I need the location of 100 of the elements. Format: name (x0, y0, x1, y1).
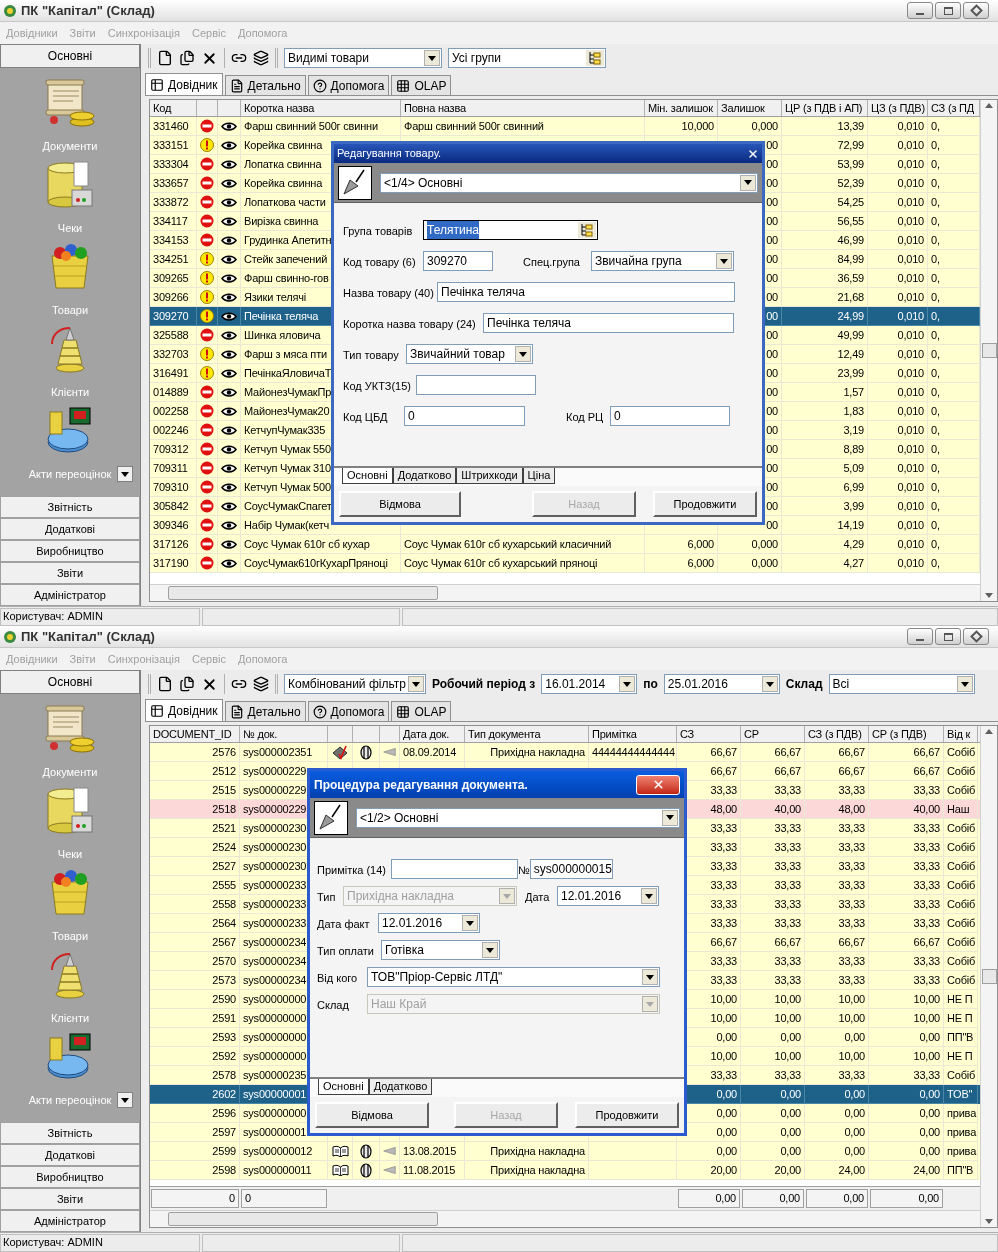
table-cell-text: sys000000012 (243, 1143, 313, 1159)
table-cell-text: 24,99 (837, 308, 864, 324)
total-field: 0,00 (806, 1189, 868, 1208)
table-cell-text: sys00000000 (243, 1010, 307, 1026)
table-cell-text: Стейк запечений (244, 251, 328, 267)
table-cell-text: 0,010 (897, 232, 924, 248)
table-cell-text: 00 (766, 403, 778, 419)
table-cell-text: 0,00 (919, 1105, 940, 1121)
table-cell-text: 332703 (153, 346, 189, 362)
table-cell-text: sys00000233 (243, 915, 307, 931)
table-cell-text: Шинка яловича (244, 327, 321, 343)
table-cell-text: 2567 (212, 934, 236, 950)
table-cell-text: sys00000000 (243, 1105, 307, 1121)
table-cell-text: 0,010 (897, 365, 924, 381)
table-cell-text: sys000000011 (243, 1162, 312, 1178)
table-cell-text: 49,99 (837, 327, 864, 343)
table-cell-text: 334153 (153, 232, 189, 248)
table-cell-text: Фарш свинний 500г свинни (244, 118, 378, 134)
table-cell-text: Лопаткова части (244, 194, 326, 210)
table-cell-text: 10,00 (838, 1048, 865, 1064)
table-cell-text: 0,00 (780, 1143, 801, 1159)
table-cell-text: 0,010 (897, 156, 924, 172)
table-cell-text: 33,33 (838, 1067, 865, 1083)
table-cell-text: sys00000233 (243, 896, 307, 912)
table-cell-text: 33,33 (913, 915, 940, 931)
table-cell-text: 0, (931, 137, 940, 153)
table-cell-text: Собіб (947, 1067, 976, 1083)
table-cell-text: 66,67 (913, 744, 940, 760)
field-label: Код УКТЗ(15) (343, 379, 412, 395)
table-cell-text: Собіб (947, 953, 976, 969)
table-cell-text: 0,010 (897, 137, 924, 153)
table-cell-text: 40,00 (774, 801, 801, 817)
table-cell-text: Собіб (947, 915, 976, 931)
table-cell-text: 54,25 (837, 194, 864, 210)
table-cell-text: 0, (931, 213, 940, 229)
table-cell-text: 10,00 (838, 1010, 865, 1026)
table-cell-text: 1,57 (843, 384, 864, 400)
table-cell-text: 0, (931, 460, 940, 476)
toolbar-label: Робочий період з (432, 676, 536, 693)
table-cell-text: 0,00 (919, 1143, 940, 1159)
field-label: Дата (525, 890, 551, 906)
total-field: 0,00 (678, 1189, 740, 1208)
table-cell-text: Грудинка Апетитн (244, 232, 332, 248)
table-cell-text: 0,00 (780, 1124, 801, 1140)
table-cell-text: 317126 (153, 536, 189, 552)
table-cell-text: 2564 (212, 915, 236, 931)
table-cell-text: sys00000230 (243, 839, 307, 855)
table-cell-text: 66,67 (838, 763, 865, 779)
table-cell-text: 33,33 (838, 820, 865, 836)
table-cell-text: 33,33 (838, 782, 865, 798)
table-cell-text: 33,33 (774, 915, 801, 931)
table-cell-text: 46,99 (837, 232, 864, 248)
table-cell-text: 33,33 (838, 915, 865, 931)
table-cell-text: 0, (931, 555, 940, 571)
table-cell-text: 00 (766, 251, 778, 267)
table-cell-text: 2591 (212, 1010, 236, 1026)
table-cell-text: 2521 (212, 820, 236, 836)
table-cell-text: 002246 (153, 422, 189, 438)
table-cell-text: 00 (766, 479, 778, 495)
table-cell-text: 309266 (153, 289, 189, 305)
table-cell-text: 33,33 (710, 820, 737, 836)
table-cell-text: Кетчуп Чумак 550 (244, 441, 331, 457)
table-cell-text: 00 (766, 308, 778, 324)
table-cell-text: 66,67 (774, 763, 801, 779)
table-cell-text: 33,33 (710, 953, 737, 969)
table-cell-text: sys00000234 (243, 972, 307, 988)
table-cell-text: 0,010 (897, 384, 924, 400)
table-cell-text: sys00000001 (243, 1086, 307, 1102)
table-cell-text: 33,33 (913, 820, 940, 836)
table-cell-text: 00 (766, 213, 778, 229)
table-cell-text: 33,33 (774, 953, 801, 969)
table-cell-text: sys00000234 (243, 934, 307, 950)
table-cell-text: Язики телячі (244, 289, 306, 305)
table-cell-text: 33,33 (774, 972, 801, 988)
table-cell-text: 0, (931, 270, 940, 286)
table-cell-text: Фарш свинний 500г свинний (404, 118, 544, 134)
table-cell-text: 11.08.2015 (403, 1162, 456, 1178)
table-cell-text: sys00000235 (243, 1067, 307, 1083)
table-cell-text: sys00000229 (243, 801, 307, 817)
field-label: Група товарів (343, 224, 414, 240)
table-cell-text: 00 (766, 194, 778, 210)
table-cell-text: 2578 (212, 1067, 236, 1083)
table-cell-text: СоусЧумак610гКухарПряноці (244, 555, 388, 571)
table-cell-text: 00 (766, 232, 778, 248)
field-label: Склад (317, 998, 350, 1014)
table-cell-text: 0,010 (897, 479, 924, 495)
table-cell-text: 10,00 (913, 991, 940, 1007)
table-cell-text: 52,39 (837, 175, 864, 191)
table-cell-text: 0, (931, 118, 940, 134)
table-cell-text: 2593 (212, 1029, 236, 1045)
table-cell-text: 0, (931, 498, 940, 514)
table-cell-text: 0,010 (897, 251, 924, 267)
table-cell-text: 40,00 (913, 801, 940, 817)
table-cell-text: Собіб (947, 744, 976, 760)
table-cell-text: Собіб (947, 763, 976, 779)
table-cell-text: 10,00 (710, 991, 737, 1007)
table-cell-text: НЕ П (947, 1010, 973, 1026)
table-cell-text: Наш (947, 801, 970, 817)
field-label: Назва товару (40) (343, 286, 435, 302)
table-cell-text: 10,000 (681, 118, 714, 134)
